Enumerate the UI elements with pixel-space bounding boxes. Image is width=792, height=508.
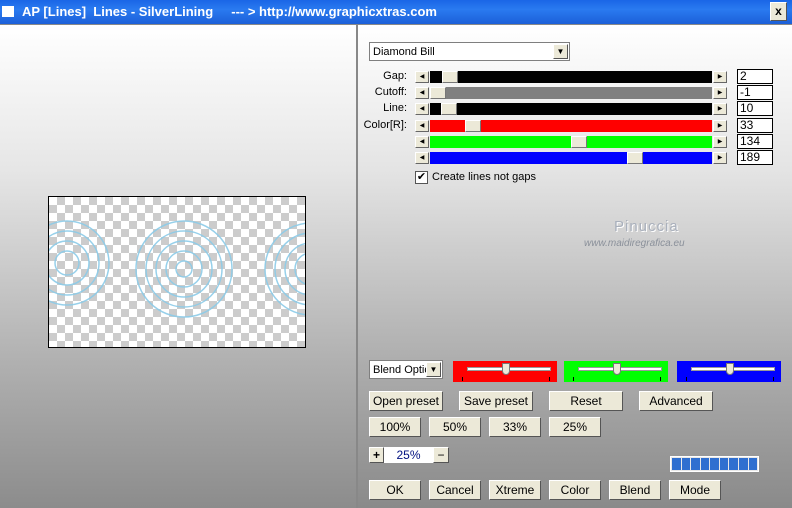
bottom-button-ok[interactable]: OK [369,480,421,500]
zoom-out-button[interactable]: − [433,447,449,463]
slider-value-input[interactable]: 33 [737,118,773,133]
slider-value-input[interactable]: 10 [737,101,773,116]
zoom-button-2[interactable]: 33% [489,417,541,437]
zoom-in-button[interactable]: + [369,447,384,463]
zoom-input[interactable]: 25% [384,447,433,463]
tick [660,377,661,381]
tick [773,377,774,381]
color-slider-1[interactable] [564,361,668,382]
blend-options-dropdown[interactable]: Blend Optio ▼ [369,360,443,379]
tick [573,377,574,381]
slider-1[interactable]: ◀ ▶ [415,87,728,99]
slider-label: Cutoff: [374,86,407,98]
zoom-button-3[interactable]: 25% [549,417,601,437]
swirl-right [264,222,305,316]
arrow-left-icon[interactable]: ◀ [415,103,429,115]
bottom-button-blend[interactable]: Blend [609,480,661,500]
slider-0[interactable]: ◀ ▶ [415,71,728,83]
bottom-button-color[interactable]: Color [549,480,601,500]
slider-track[interactable] [430,152,712,164]
arrow-left-icon[interactable]: ◀ [415,120,429,132]
watermark-url: www.maidiregrafica.eu [584,238,685,249]
preset-button-1[interactable]: Save preset [459,391,533,411]
swirl-left [49,220,110,306]
chevron-down-icon[interactable]: ▼ [426,362,441,377]
arrow-left-icon[interactable]: ◀ [415,87,429,99]
slider-track[interactable] [430,87,712,99]
blend-dropdown-value: Blend Optio [373,364,427,376]
preview-image [48,196,306,348]
slider-2[interactable]: ◀ ▶ [415,103,728,115]
arrow-left-icon[interactable]: ◀ [415,136,429,148]
chevron-down-icon[interactable]: ▼ [553,44,568,59]
progress-block [748,458,758,470]
preset-dropdown-value: Diamond Bill [373,46,435,58]
slider-track[interactable] [430,103,712,115]
arrow-right-icon[interactable]: ▶ [713,103,727,115]
slider-thumb[interactable] [570,136,587,148]
slider-4[interactable]: ◀ ▶ [415,136,728,148]
slider-value-input[interactable]: 189 [737,150,773,165]
app-icon [2,6,14,17]
slider-label: Gap: [383,70,407,82]
slider-thumb[interactable] [464,120,481,132]
progress-block [672,458,681,470]
progress-block [719,458,729,470]
window-title: AP [Lines] Lines - SilverLining --- > ht… [22,4,437,19]
slider-value-input[interactable]: -1 [737,85,773,100]
bottom-button-mode[interactable]: Mode [669,480,721,500]
close-button[interactable]: x [770,2,787,21]
zoom-button-0[interactable]: 100% [369,417,421,437]
color-slider-0[interactable] [453,361,557,382]
arrow-right-icon[interactable]: ▶ [713,152,727,164]
slider-value-input[interactable]: 134 [737,134,773,149]
create-lines-label: Create lines not gaps [432,171,536,183]
slider-track[interactable] [430,136,712,148]
slider-track[interactable] [430,71,712,83]
slider-thumb[interactable] [613,363,621,375]
color-slider-2[interactable] [677,361,781,382]
bottom-button-cancel[interactable]: Cancel [429,480,481,500]
slider-label: Line: [383,102,407,114]
slider-thumb[interactable] [440,103,457,115]
arrow-right-icon[interactable]: ▶ [713,120,727,132]
preset-button-0[interactable]: Open preset [369,391,443,411]
tick [462,377,463,381]
preset-button-2[interactable]: Reset [549,391,623,411]
slider-thumb[interactable] [441,71,458,83]
progress-block [681,458,691,470]
progress-block [738,458,748,470]
arrow-left-icon[interactable]: ◀ [415,152,429,164]
title-bar: AP [Lines] Lines - SilverLining --- > ht… [0,0,792,24]
progress-block [700,458,710,470]
slider-track[interactable] [430,120,712,132]
progress-indicator [670,456,759,472]
preset-button-3[interactable]: Advanced [639,391,713,411]
slider-3[interactable]: ◀ ▶ [415,120,728,132]
tick [549,377,550,381]
create-lines-checkbox[interactable]: ✔ [415,171,428,184]
slider-5[interactable]: ◀ ▶ [415,152,728,164]
slider-value-input[interactable]: 2 [737,69,773,84]
slider-label: Color[R]: [363,119,407,131]
arrow-left-icon[interactable]: ◀ [415,71,429,83]
preset-dropdown[interactable]: Diamond Bill ▼ [369,42,570,61]
progress-block [691,458,700,470]
watermark-name: Pinuccia [614,218,679,235]
bottom-button-xtreme[interactable]: Xtreme [489,480,541,500]
slider-thumb[interactable] [430,87,446,99]
zoom-button-1[interactable]: 50% [429,417,481,437]
slider-thumb[interactable] [726,363,734,375]
tick [686,377,687,381]
arrow-right-icon[interactable]: ▶ [713,136,727,148]
swirl-center [135,220,233,318]
slider-thumb[interactable] [502,363,510,375]
arrow-right-icon[interactable]: ▶ [713,71,727,83]
progress-block [710,458,719,470]
progress-block [729,458,738,470]
slider-thumb[interactable] [626,152,643,164]
arrow-right-icon[interactable]: ▶ [713,87,727,99]
